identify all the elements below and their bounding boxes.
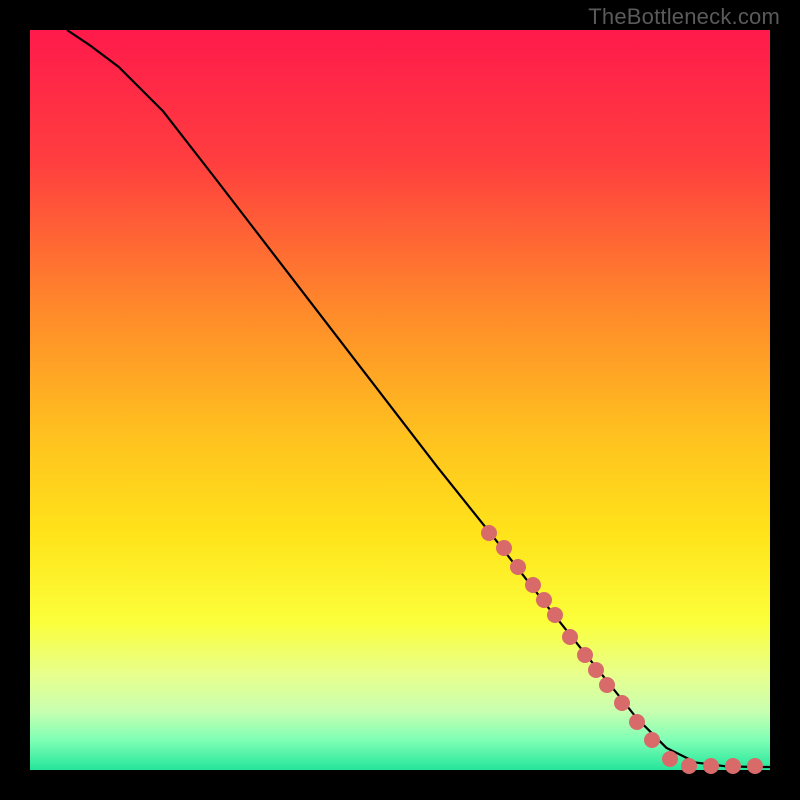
- chart-frame: TheBottleneck.com: [0, 0, 800, 800]
- data-point-marker: [496, 540, 512, 556]
- data-point-marker: [703, 758, 719, 774]
- data-point-marker: [681, 758, 697, 774]
- plot-svg: [30, 30, 770, 770]
- gradient-rect: [30, 30, 770, 770]
- watermark-text: TheBottleneck.com: [588, 4, 780, 30]
- data-point-marker: [481, 525, 497, 541]
- data-point-marker: [747, 758, 763, 774]
- data-point-marker: [562, 629, 578, 645]
- data-point-marker: [536, 592, 552, 608]
- data-point-marker: [629, 714, 645, 730]
- data-point-marker: [725, 758, 741, 774]
- data-point-marker: [644, 732, 660, 748]
- data-point-marker: [510, 559, 526, 575]
- data-point-marker: [599, 677, 615, 693]
- data-point-marker: [547, 607, 563, 623]
- plot-area: [30, 30, 770, 770]
- data-point-marker: [662, 751, 678, 767]
